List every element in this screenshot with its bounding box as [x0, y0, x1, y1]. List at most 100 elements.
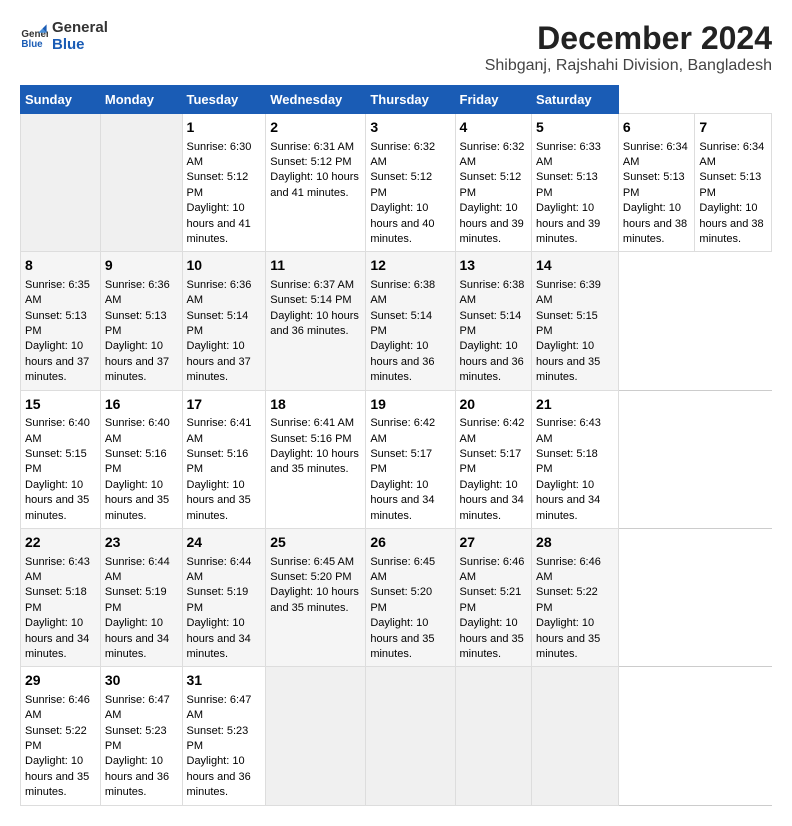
calendar-cell: 16Sunrise: 6:40 AMSunset: 5:16 PMDayligh…	[100, 390, 182, 528]
sunset-text: Sunset: 5:22 PM	[25, 725, 87, 752]
calendar-cell: 1Sunrise: 6:30 AMSunset: 5:12 PMDaylight…	[182, 114, 266, 252]
day-number: 12	[370, 256, 450, 276]
day-number: 22	[25, 533, 96, 553]
calendar-header: SundayMondayTuesdayWednesdayThursdayFrid…	[21, 86, 772, 114]
daylight-text: Daylight: 10 hours and 35 minutes.	[536, 340, 600, 383]
day-number: 7	[699, 118, 767, 138]
sunset-text: Sunset: 5:14 PM	[370, 310, 432, 337]
header-day-sunday: Sunday	[21, 86, 101, 114]
sunrise-text: Sunrise: 6:46 AM	[460, 556, 525, 583]
day-number: 31	[187, 671, 262, 691]
daylight-text: Daylight: 10 hours and 36 minutes.	[105, 755, 169, 798]
daylight-text: Daylight: 10 hours and 39 minutes.	[460, 202, 524, 245]
daylight-text: Daylight: 10 hours and 41 minutes.	[187, 202, 251, 245]
sunrise-text: Sunrise: 6:31 AM	[270, 141, 354, 153]
day-number: 28	[536, 533, 614, 553]
header-day-friday: Friday	[455, 86, 532, 114]
calendar-cell: 31Sunrise: 6:47 AMSunset: 5:23 PMDayligh…	[182, 667, 266, 805]
sunset-text: Sunset: 5:12 PM	[460, 171, 522, 198]
sunrise-text: Sunrise: 6:32 AM	[370, 141, 435, 168]
sunset-text: Sunset: 5:18 PM	[25, 586, 87, 613]
logo-text-blue: Blue	[52, 37, 108, 54]
logo-icon: General Blue	[20, 23, 48, 51]
daylight-text: Daylight: 10 hours and 37 minutes.	[105, 340, 169, 383]
calendar-cell: 27Sunrise: 6:46 AMSunset: 5:21 PMDayligh…	[455, 528, 532, 666]
sunrise-text: Sunrise: 6:46 AM	[25, 694, 90, 721]
sunset-text: Sunset: 5:12 PM	[187, 171, 249, 198]
daylight-text: Daylight: 10 hours and 36 minutes.	[370, 340, 434, 383]
sunrise-text: Sunrise: 6:40 AM	[105, 417, 170, 444]
daylight-text: Daylight: 10 hours and 35 minutes.	[105, 479, 169, 522]
calendar-cell	[366, 667, 455, 805]
calendar-cell: 28 Sunrise: 6:46 AM Sunset: 5:22 PM Dayligh…	[532, 528, 619, 666]
sunrise-text: Sunrise: 6:46 AM	[536, 556, 601, 583]
day-number: 27	[460, 533, 528, 553]
day-number: 5	[536, 118, 614, 138]
sunrise-text: Sunrise: 6:38 AM	[370, 279, 435, 306]
daylight-text: Daylight: 10 hours and 35 minutes.	[370, 617, 434, 660]
sunset-text: Sunset: 5:22 PM	[536, 586, 598, 613]
sunrise-text: Sunrise: 6:36 AM	[187, 279, 252, 306]
sunset-text: Sunset: 5:16 PM	[187, 448, 249, 475]
sunset-text: Sunset: 5:19 PM	[187, 586, 249, 613]
calendar-cell	[100, 114, 182, 252]
daylight-text: Daylight: 10 hours and 41 minutes.	[270, 171, 359, 198]
calendar-cell: 4Sunrise: 6:32 AMSunset: 5:12 PMDaylight…	[455, 114, 532, 252]
calendar-week-3: 15Sunrise: 6:40 AMSunset: 5:15 PMDayligh…	[21, 390, 772, 528]
daylight-text: Daylight: 10 hours and 38 minutes.	[699, 202, 763, 245]
sunset-text: Sunset: 5:20 PM	[270, 571, 351, 583]
sunset-text: Sunset: 5:16 PM	[270, 433, 351, 445]
daylight-text: Daylight: 10 hours and 34 minutes.	[460, 479, 524, 522]
calendar-cell: 25Sunrise: 6:45 AMSunset: 5:20 PMDayligh…	[266, 528, 366, 666]
day-number: 2	[270, 118, 361, 138]
daylight-text: Daylight: 10 hours and 36 minutes.	[187, 755, 251, 798]
header-day-saturday: Saturday	[532, 86, 619, 114]
day-number: 6	[623, 118, 691, 138]
daylight-text: Daylight: 10 hours and 37 minutes.	[25, 340, 89, 383]
day-number: 10	[187, 256, 262, 276]
calendar-cell: 10Sunrise: 6:36 AMSunset: 5:14 PMDayligh…	[182, 252, 266, 390]
sunset-text: Sunset: 5:12 PM	[270, 156, 351, 168]
calendar-cell: 8 Sunrise: 6:35 AM Sunset: 5:13 PM Daylight…	[21, 252, 101, 390]
sunrise-text: Sunrise: 6:41 AM	[187, 417, 252, 444]
header-day-thursday: Thursday	[366, 86, 455, 114]
sunrise-text: Sunrise: 6:33 AM	[536, 141, 601, 168]
sunrise-text: Sunrise: 6:47 AM	[187, 694, 252, 721]
sunrise-text: Sunrise: 6:42 AM	[370, 417, 435, 444]
daylight-text: Daylight: 10 hours and 34 minutes.	[105, 617, 169, 660]
title-section: December 2024 Shibganj, Rajshahi Divisio…	[485, 20, 772, 75]
calendar-cell: 3Sunrise: 6:32 AMSunset: 5:12 PMDaylight…	[366, 114, 455, 252]
sunrise-text: Sunrise: 6:35 AM	[25, 279, 90, 306]
calendar-subtitle: Shibganj, Rajshahi Division, Bangladesh	[485, 57, 772, 75]
calendar-cell: 12 Sunrise: 6:38 AM Sunset: 5:14 PM Dayligh…	[366, 252, 455, 390]
calendar-cell: 22Sunrise: 6:43 AMSunset: 5:18 PMDayligh…	[21, 528, 101, 666]
sunset-text: Sunset: 5:15 PM	[536, 310, 598, 337]
header-day-monday: Monday	[100, 86, 182, 114]
day-number: 16	[105, 395, 178, 415]
sunset-text: Sunset: 5:20 PM	[370, 586, 432, 613]
calendar-cell: 23Sunrise: 6:44 AMSunset: 5:19 PMDayligh…	[100, 528, 182, 666]
day-number: 18	[270, 395, 361, 415]
calendar-cell	[266, 667, 366, 805]
day-number: 19	[370, 395, 450, 415]
calendar-cell: 20Sunrise: 6:42 AMSunset: 5:17 PMDayligh…	[455, 390, 532, 528]
sunrise-text: Sunrise: 6:43 AM	[25, 556, 90, 583]
logo-text-general: General	[52, 20, 108, 37]
daylight-text: Daylight: 10 hours and 35 minutes.	[25, 755, 89, 798]
sunrise-text: Sunrise: 6:37 AM	[270, 279, 354, 291]
calendar-cell: 17Sunrise: 6:41 AMSunset: 5:16 PMDayligh…	[182, 390, 266, 528]
day-number: 29	[25, 671, 96, 691]
calendar-cell: 15Sunrise: 6:40 AMSunset: 5:15 PMDayligh…	[21, 390, 101, 528]
sunset-text: Sunset: 5:13 PM	[25, 310, 87, 337]
sunset-text: Sunset: 5:12 PM	[370, 171, 432, 198]
sunrise-text: Sunrise: 6:43 AM	[536, 417, 601, 444]
day-number: 26	[370, 533, 450, 553]
sunrise-text: Sunrise: 6:40 AM	[25, 417, 90, 444]
sunset-text: Sunset: 5:14 PM	[270, 294, 351, 306]
daylight-text: Daylight: 10 hours and 35 minutes.	[536, 617, 600, 660]
day-number: 13	[460, 256, 528, 276]
day-number: 8	[25, 256, 96, 276]
sunrise-text: Sunrise: 6:45 AM	[370, 556, 435, 583]
sunrise-text: Sunrise: 6:41 AM	[270, 417, 354, 429]
calendar-cell: 9Sunrise: 6:36 AMSunset: 5:13 PMDaylight…	[100, 252, 182, 390]
